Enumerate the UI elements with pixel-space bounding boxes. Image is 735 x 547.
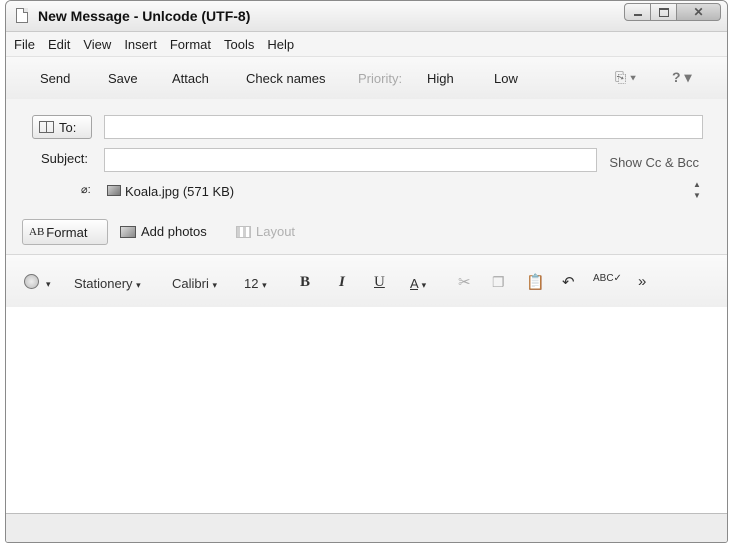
- layout-icon: [236, 225, 251, 238]
- layout-button[interactable]: Layout: [236, 224, 295, 239]
- menu-tools[interactable]: Tools: [224, 37, 254, 52]
- encode-menu-icon[interactable]: ⎘ ▾: [615, 69, 636, 86]
- menu-edit[interactable]: Edit: [48, 37, 70, 52]
- stationery-label: Stationery: [74, 276, 133, 291]
- paste-icon[interactable]: 📋: [526, 273, 545, 291]
- font-size-label: 12: [244, 276, 259, 291]
- emoticon-dropdown-icon[interactable]: ▾: [46, 279, 51, 290]
- window-controls: ✕: [624, 3, 721, 23]
- menu-file[interactable]: File: [14, 37, 35, 52]
- help-menu-icon[interactable]: ? ▾: [672, 69, 691, 86]
- italic-button[interactable]: I: [339, 274, 345, 291]
- font-label: Calibri: [172, 276, 209, 291]
- window-title: New Message - Unlcode (UTF-8): [38, 8, 251, 24]
- font-size-dropdown[interactable]: 12 ▾: [244, 276, 267, 291]
- stationery-dropdown[interactable]: Stationery ▾: [74, 276, 141, 291]
- to-label: To:: [59, 119, 77, 135]
- subject-field[interactable]: [104, 148, 597, 172]
- image-file-icon: [107, 185, 121, 196]
- maximize-button[interactable]: [651, 3, 677, 21]
- status-bar: [6, 513, 727, 542]
- message-body[interactable]: [6, 307, 727, 513]
- menu-view[interactable]: View: [83, 37, 111, 52]
- title-bar: New Message - Unlcode (UTF-8) ✕: [6, 1, 727, 32]
- minimize-button[interactable]: [624, 3, 651, 21]
- font-color-label: A: [410, 276, 418, 291]
- attachment-koala[interactable]: Koala.jpg (571 KB): [125, 184, 234, 199]
- message-header: To: Subject: Show Cc & Bcc ⌀: Koala.jpg …: [6, 99, 727, 207]
- spell-check-icon[interactable]: ABC✓: [593, 273, 622, 284]
- cut-icon[interactable]: ✂: [458, 273, 471, 291]
- attachment-row: ⌀: Koala.jpg (571 KB) ▲ ▼: [6, 175, 727, 207]
- priority-label: Priority:: [358, 71, 403, 86]
- priority-low-button[interactable]: Low: [494, 71, 518, 86]
- copy-icon[interactable]: ❐: [492, 274, 505, 291]
- priority-high-button[interactable]: High: [427, 71, 454, 86]
- attach-button[interactable]: Attach: [172, 71, 209, 86]
- add-photos-button[interactable]: Add photos: [120, 224, 207, 239]
- format-icon: AB: [29, 226, 45, 238]
- underline-button[interactable]: U: [374, 274, 385, 291]
- font-color-dropdown[interactable]: A ▾: [410, 276, 426, 291]
- subject-label: Subject:: [41, 151, 88, 166]
- attach-colon: :: [87, 184, 91, 196]
- more-tools-button[interactable]: »: [638, 273, 646, 290]
- address-book-icon: [39, 121, 54, 133]
- menu-help[interactable]: Help: [267, 37, 294, 52]
- close-icon: ✕: [693, 5, 704, 19]
- layout-label: Layout: [256, 224, 296, 239]
- emoticon-icon[interactable]: [24, 274, 39, 289]
- menu-bar: File Edit View Insert Format Tools Help: [6, 32, 727, 56]
- photo-icon: [120, 225, 136, 238]
- formatting-toolbar: ▾ Stationery ▾ Calibri ▾ 12 ▾ B I U A ▾ …: [6, 254, 727, 308]
- format-bar: AB Format Add photos Layout: [6, 207, 727, 253]
- bold-button[interactable]: B: [300, 274, 310, 291]
- menu-format[interactable]: Format: [170, 37, 211, 52]
- send-button[interactable]: Send: [40, 71, 70, 86]
- check-names-button[interactable]: Check names: [246, 71, 325, 86]
- new-message-window: New Message - Unlcode (UTF-8) ✕ File Edi…: [5, 0, 728, 543]
- format-button[interactable]: AB Format: [22, 219, 108, 245]
- font-chevron-icon: ▾: [212, 280, 217, 290]
- font-color-chevron-icon: ▾: [421, 280, 427, 290]
- menu-insert[interactable]: Insert: [124, 37, 157, 52]
- undo-icon[interactable]: ↶: [562, 273, 575, 291]
- font-dropdown[interactable]: Calibri ▾: [172, 276, 217, 291]
- attachment-scroll[interactable]: ▲ ▼: [691, 179, 703, 201]
- message-toolbar: Send Save Attach Check names Priority: H…: [6, 56, 727, 100]
- paperclip-icon: ⌀:: [81, 184, 91, 196]
- close-button[interactable]: ✕: [677, 3, 721, 21]
- add-photos-label: Add photos: [141, 224, 207, 239]
- document-icon: [16, 8, 28, 23]
- size-chevron-icon: ▾: [262, 280, 267, 290]
- format-label: Format: [46, 224, 88, 240]
- to-field[interactable]: [104, 115, 703, 139]
- save-button[interactable]: Save: [108, 71, 138, 86]
- to-button[interactable]: To:: [32, 115, 92, 139]
- show-cc-bcc-link[interactable]: Show Cc & Bcc: [609, 155, 699, 170]
- stationery-chevron-icon: ▾: [136, 280, 141, 290]
